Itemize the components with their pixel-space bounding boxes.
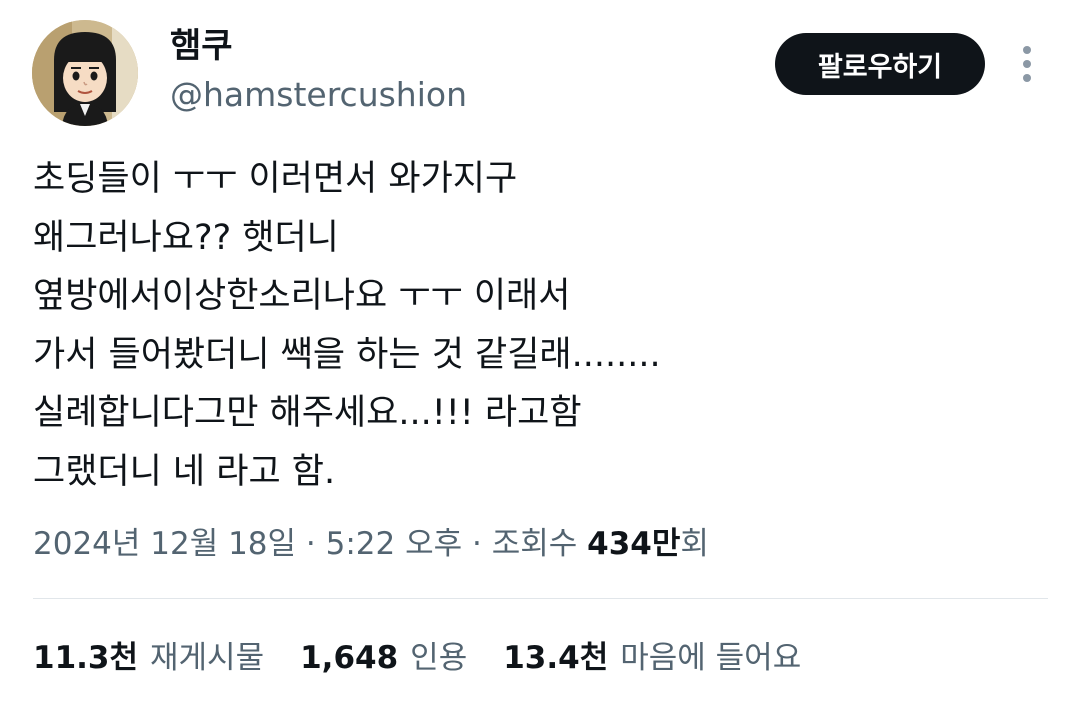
author-avatar[interactable] xyxy=(32,20,138,126)
follow-button[interactable]: 팔로우하기 xyxy=(775,33,985,95)
likes-label: 마음에 들어요 xyxy=(620,640,802,676)
quotes-count: 1,648 xyxy=(300,640,399,676)
tweet-text-line: 실례합니다그만 해주세요...!!! 라고함 xyxy=(33,393,582,433)
quotes-stat[interactable]: 1,648 인용 xyxy=(300,636,467,680)
tweet-time[interactable]: 5:22 오후 xyxy=(326,526,463,562)
tweet-card: 햄쿠 @hamstercushion 팔로우하기 초딩들이 ㅜㅜ 이러면서 와가… xyxy=(0,0,1080,702)
views-label: 조회수 xyxy=(491,526,578,562)
tweet-date[interactable]: 2024년 12월 18일 xyxy=(33,526,296,562)
author-handle[interactable]: @hamstercushion xyxy=(170,75,467,115)
tweet-text-line: 초딩들이 ㅜㅜ 이러면서 와가지구 xyxy=(33,159,518,199)
retweets-stat[interactable]: 11.3천 재게시물 xyxy=(33,636,264,680)
meta-separator: · xyxy=(462,526,492,562)
meta-separator: · xyxy=(296,526,326,562)
tweet-text: 초딩들이 ㅜㅜ 이러면서 와가지구 왜그러나요?? 햇더니 옆방에서이상한소리나… xyxy=(33,150,1043,501)
views-count: 434만 xyxy=(587,526,681,562)
tweet-text-line: 가서 들어봤더니 쌕을 하는 것 같길래........ xyxy=(33,334,661,375)
author-display-name[interactable]: 햄쿠 xyxy=(170,26,233,66)
retweets-label: 재게시물 xyxy=(150,640,265,676)
tweet-text-line: 왜그러나요?? 햇더니 xyxy=(33,217,339,258)
views-unit: 회 xyxy=(680,526,709,562)
mii-avatar-icon xyxy=(32,20,138,126)
likes-stat[interactable]: 13.4천 마음에 들어요 xyxy=(503,636,801,680)
tweet-text-line: 그랬더니 네 라고 함. xyxy=(33,451,336,492)
more-vertical-icon xyxy=(1023,74,1031,82)
tweet-text-line: 옆방에서이상한소리나요 ㅜㅜ 이래서 xyxy=(33,276,571,316)
quotes-label: 인용 xyxy=(410,640,468,676)
tweet-meta: 2024년 12월 18일 · 5:22 오후 · 조회수 434만회 xyxy=(33,522,709,566)
retweets-count: 11.3천 xyxy=(33,640,139,676)
engagement-stats: 11.3천 재게시물 1,648 인용 13.4천 마음에 들어요 xyxy=(33,636,837,680)
more-vertical-icon xyxy=(1023,60,1031,68)
more-vertical-icon xyxy=(1023,46,1031,54)
likes-count: 13.4천 xyxy=(503,640,609,676)
divider xyxy=(33,598,1048,599)
more-options-button[interactable] xyxy=(1012,44,1042,84)
